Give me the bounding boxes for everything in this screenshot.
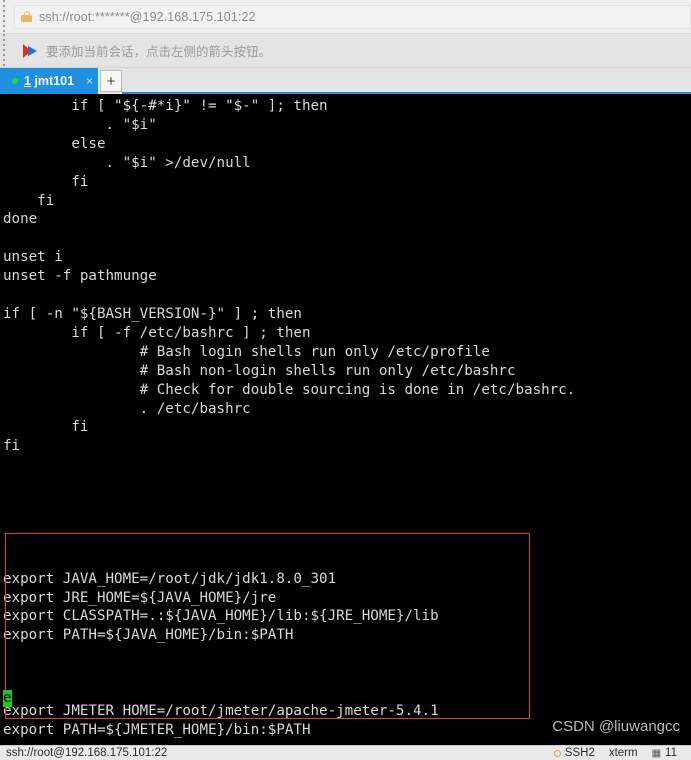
status-connection: ssh://root@192.168.175.101:22 — [6, 747, 168, 759]
tab-status-dot-icon — [12, 78, 18, 84]
terminal-screen[interactable]: if [ "${-#*i}" != "$-" ]; then . "$i" el… — [0, 94, 691, 745]
status-encoding: xterm — [609, 747, 638, 759]
terminal-cursor: e — [3, 690, 12, 707]
tab-index: 1 — [24, 74, 31, 88]
arrow-flag-icon[interactable] — [23, 43, 39, 58]
status-bar: ssh://root@192.168.175.101:22 SSH2 xterm… — [0, 745, 691, 760]
tab-label: 1 jmt101 — [24, 74, 74, 88]
address-value: ssh://root:*******@192.168.175.101:22 — [39, 9, 256, 24]
address-bar: ssh://root:*******@192.168.175.101:22 — [0, 0, 691, 34]
notification-bar: 要添加当前会话，点击左侧的箭头按钮。 — [0, 34, 691, 68]
terminal-output: if [ "${-#*i}" != "$-" ]; then . "$i" el… — [3, 98, 576, 738]
tabbar-filler — [122, 68, 691, 94]
tab-bar: 1 jmt101 × + — [0, 68, 691, 94]
close-icon[interactable]: × — [86, 75, 93, 87]
notification-content: 要添加当前会话，点击左侧的箭头按钮。 — [14, 34, 691, 67]
connection-dot-icon — [553, 749, 561, 757]
watermark: CSDN @liuwangcc — [552, 718, 680, 735]
tab-jmt101[interactable]: 1 jmt101 × — [4, 68, 99, 94]
cursor-char: e — [3, 690, 12, 706]
grid-icon: ▦ — [651, 747, 662, 759]
notification-message: 要添加当前会话，点击左侧的箭头按钮。 — [46, 45, 272, 59]
status-protocol-label: SSH2 — [564, 747, 595, 759]
new-tab-button[interactable]: + — [100, 70, 123, 92]
tab-title: jmt101 — [34, 74, 75, 88]
status-size-label: 11 — [665, 747, 677, 759]
toolbar-drag-handle[interactable] — [0, 0, 9, 33]
status-size: ▦ 11 — [652, 747, 677, 759]
notificationbar-drag-handle[interactable] — [0, 34, 9, 67]
lock-icon — [21, 11, 32, 22]
status-encoding-label: xterm — [608, 747, 638, 759]
address-input[interactable]: ssh://root:*******@192.168.175.101:22 — [14, 4, 691, 29]
status-protocol: SSH2 — [553, 747, 595, 759]
